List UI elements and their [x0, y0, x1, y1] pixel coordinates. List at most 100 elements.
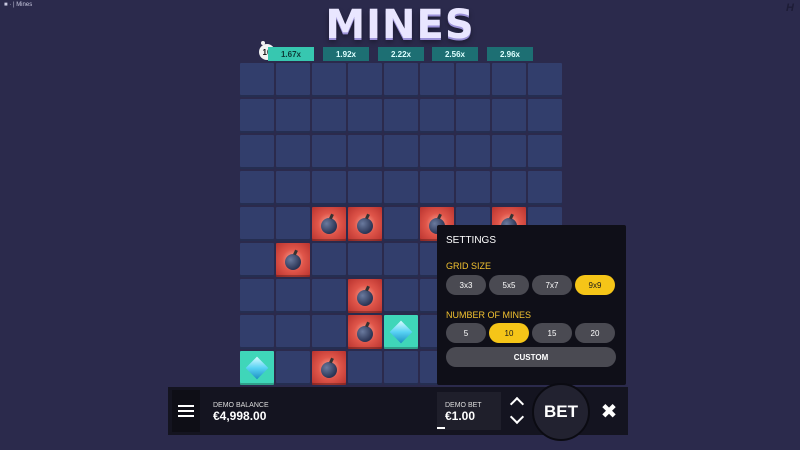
- hamburger-icon: [178, 405, 194, 417]
- balance-label: DEMO BALANCE: [213, 402, 269, 409]
- game-title: MINES: [325, 2, 475, 48]
- tile-bomb[interactable]: [348, 207, 382, 241]
- gem-icon: [245, 356, 269, 380]
- multiplier-1: 1.67x: [268, 47, 314, 61]
- tile-hidden[interactable]: [348, 99, 382, 133]
- bomb-icon: [357, 326, 373, 342]
- grid-size-9x9[interactable]: 9x9: [575, 275, 615, 295]
- mines-option-10[interactable]: 10: [489, 323, 529, 343]
- tile-hidden[interactable]: [240, 243, 274, 277]
- multiplier-4: 2.56x: [432, 47, 478, 61]
- gem-icon: [389, 320, 413, 344]
- tile-hidden[interactable]: [456, 171, 490, 205]
- mines-option-5[interactable]: 5: [446, 323, 486, 343]
- menu-button[interactable]: [172, 390, 200, 432]
- bet-value: €1.00: [445, 409, 476, 423]
- tile-hidden[interactable]: [312, 279, 346, 313]
- tile-hidden[interactable]: [312, 135, 346, 169]
- tile-hidden[interactable]: [384, 171, 418, 205]
- settings-title: SETTINGS: [446, 235, 497, 246]
- tile-hidden[interactable]: [456, 63, 490, 97]
- mines-option-15[interactable]: 15: [532, 323, 572, 343]
- tile-hidden[interactable]: [456, 99, 490, 133]
- tile-hidden[interactable]: [312, 315, 346, 349]
- tile-hidden[interactable]: [384, 135, 418, 169]
- tile-hidden[interactable]: [384, 63, 418, 97]
- tile-hidden[interactable]: [312, 99, 346, 133]
- tile-gem[interactable]: [384, 315, 418, 349]
- tile-hidden[interactable]: [276, 207, 310, 241]
- tile-hidden[interactable]: [348, 351, 382, 385]
- tile-bomb[interactable]: [348, 315, 382, 349]
- tile-hidden[interactable]: [348, 63, 382, 97]
- tile-hidden[interactable]: [276, 279, 310, 313]
- tile-hidden[interactable]: [312, 243, 346, 277]
- bet-button[interactable]: BET: [532, 383, 590, 441]
- tile-gem[interactable]: [240, 351, 274, 385]
- bomb-icon: [321, 362, 337, 378]
- tile-hidden[interactable]: [384, 99, 418, 133]
- tile-hidden[interactable]: [528, 135, 562, 169]
- tile-bomb[interactable]: [348, 279, 382, 313]
- tile-hidden[interactable]: [240, 135, 274, 169]
- multiplier-2: 1.92x: [323, 47, 369, 61]
- settings-panel: SETTINGS GRID SIZE 3x3 5x5 7x7 9x9 NUMBE…: [437, 225, 626, 385]
- tile-hidden[interactable]: [420, 171, 454, 205]
- tile-hidden[interactable]: [312, 63, 346, 97]
- grid-size-7x7[interactable]: 7x7: [532, 275, 572, 295]
- tile-bomb[interactable]: [312, 351, 346, 385]
- chevron-down-icon[interactable]: [509, 409, 525, 425]
- tile-hidden[interactable]: [240, 171, 274, 205]
- tile-hidden[interactable]: [240, 207, 274, 241]
- bomb-icon: [285, 254, 301, 270]
- tile-hidden[interactable]: [276, 135, 310, 169]
- tile-hidden[interactable]: [492, 135, 526, 169]
- tile-hidden[interactable]: [384, 243, 418, 277]
- balance-value: €4,998.00: [213, 409, 267, 423]
- tile-hidden[interactable]: [348, 243, 382, 277]
- bet-indicator: [437, 427, 445, 429]
- grid-size-3x3[interactable]: 3x3: [446, 275, 486, 295]
- tile-bomb[interactable]: [276, 243, 310, 277]
- tile-hidden[interactable]: [384, 207, 418, 241]
- custom-button[interactable]: CUSTOM: [446, 347, 616, 367]
- tile-hidden[interactable]: [456, 135, 490, 169]
- tile-hidden[interactable]: [528, 63, 562, 97]
- mines-label: NUMBER OF MINES: [446, 310, 532, 320]
- mines-option-20[interactable]: 20: [575, 323, 615, 343]
- tile-hidden[interactable]: [276, 351, 310, 385]
- multiplier-3: 2.22x: [378, 47, 424, 61]
- tile-hidden[interactable]: [420, 135, 454, 169]
- bomb-icon: [261, 41, 265, 45]
- bomb-icon: [357, 290, 373, 306]
- tile-bomb[interactable]: [312, 207, 346, 241]
- bomb-icon: [357, 218, 373, 234]
- tile-hidden[interactable]: [240, 63, 274, 97]
- tile-hidden[interactable]: [240, 279, 274, 313]
- tile-hidden[interactable]: [276, 99, 310, 133]
- tile-hidden[interactable]: [384, 279, 418, 313]
- bet-stepper: [506, 394, 530, 430]
- tile-hidden[interactable]: [276, 171, 310, 205]
- tile-hidden[interactable]: [528, 171, 562, 205]
- tile-hidden[interactable]: [276, 63, 310, 97]
- tile-hidden[interactable]: [492, 63, 526, 97]
- multiplier-5: 2.96x: [487, 47, 533, 61]
- tile-hidden[interactable]: [492, 171, 526, 205]
- grid-size-5x5[interactable]: 5x5: [489, 275, 529, 295]
- tile-hidden[interactable]: [348, 171, 382, 205]
- tile-hidden[interactable]: [384, 351, 418, 385]
- tile-hidden[interactable]: [312, 171, 346, 205]
- close-icon[interactable]: ✖: [596, 398, 622, 424]
- tile-hidden[interactable]: [276, 315, 310, 349]
- tile-hidden[interactable]: [240, 99, 274, 133]
- tile-hidden[interactable]: [240, 315, 274, 349]
- bomb-icon: [321, 218, 337, 234]
- grid-size-label: GRID SIZE: [446, 261, 492, 271]
- tile-hidden[interactable]: [420, 63, 454, 97]
- tile-hidden[interactable]: [420, 99, 454, 133]
- tile-hidden[interactable]: [492, 99, 526, 133]
- tile-hidden[interactable]: [528, 99, 562, 133]
- tile-hidden[interactable]: [348, 135, 382, 169]
- bet-label: DEMO BET: [445, 402, 482, 409]
